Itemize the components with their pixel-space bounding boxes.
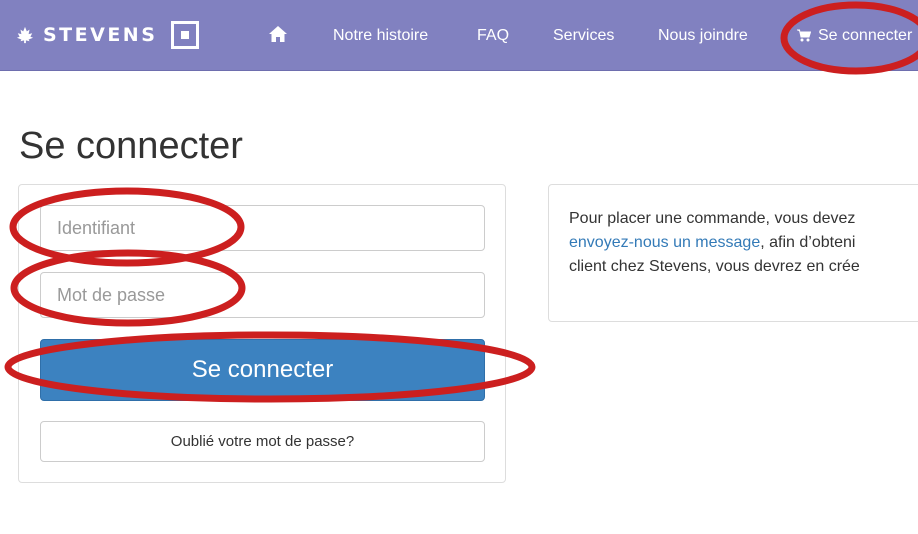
home-icon[interactable]: [269, 26, 287, 42]
brand-logo[interactable]: STEVENS: [16, 18, 200, 52]
nav-login-link[interactable]: Se connecter: [818, 27, 912, 45]
brand-square-icon: [171, 21, 200, 49]
navbar: STEVENS Notre histoire FAQ Services Nous…: [0, 0, 918, 71]
maple-leaf-icon: [16, 26, 34, 44]
nav-link-nous-joindre[interactable]: Nous joindre: [658, 27, 748, 45]
info-text: Pour placer une commande, vous devez env…: [569, 207, 918, 279]
page-title: Se connecter: [19, 125, 243, 167]
username-input[interactable]: [40, 205, 485, 251]
forgot-password-button[interactable]: Oublié votre mot de passe?: [40, 421, 485, 462]
info-panel: Pour placer une commande, vous devez env…: [548, 184, 918, 322]
nav-link-faq[interactable]: FAQ: [477, 27, 509, 45]
info-line-1: Pour placer une commande, vous devez: [569, 210, 856, 227]
nav-link-services[interactable]: Services: [553, 27, 614, 45]
login-submit-button[interactable]: Se connecter: [40, 339, 485, 401]
password-input[interactable]: [40, 272, 485, 318]
cart-icon[interactable]: [797, 29, 811, 42]
nav-link-histoire[interactable]: Notre histoire: [333, 27, 428, 45]
info-line-3: client chez Stevens, vous devrez en crée: [569, 258, 860, 275]
info-line-2-rest: , afin d’obteni: [760, 234, 856, 251]
brand-name: STEVENS: [43, 24, 158, 46]
contact-message-link[interactable]: envoyez-nous un message: [569, 234, 760, 251]
